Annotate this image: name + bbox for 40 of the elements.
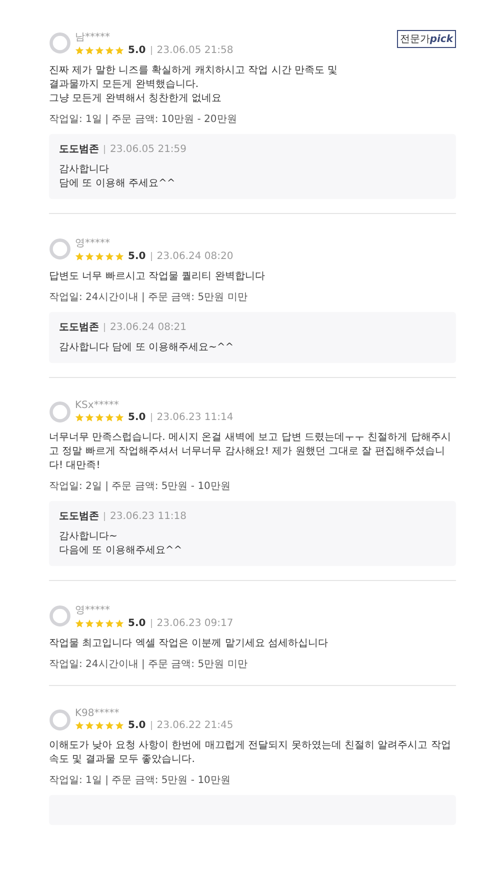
reply-date: 23.06.24 08:21 [104,322,187,332]
review-text: 진짜 제가 말한 니즈를 확실하게 캐치하시고 작업 시간 만족도 및 결과물까지 모든게 완벽했습니다. 그냥 모든게 완벽해서 칭찬한게 없네요 [49,64,339,106]
reply-author: 도도범존 [59,143,99,156]
user-name: K98***** [75,708,120,719]
avatar-icon [49,708,71,730]
user-name: KSx***** [75,400,120,411]
review-text: 작업물 최고입니다 엑셀 작업은 이분께 맡기세요 섬세하십니다 [49,637,330,651]
review-date: 23.06.23 09:17 [150,619,234,628]
order-info: 작업일: 24시간이내 | 주문 금액: 5만원 미만 [49,291,248,304]
reply-text: 감사합니다~ 다음에 또 이용해주세요^^ [59,530,184,558]
reply-author: 도도범존 [59,510,99,523]
reply-date: 23.06.05 21:59 [104,144,187,154]
order-info: 작업일: 1일 | 주문 금액: 10만원 - 20만원 [49,113,238,126]
rating-score: 5.0 [128,251,146,262]
user-name: 영***** [75,237,111,250]
expert-pick-badge: 전문가pick [396,30,456,48]
order-info: 작업일: 1일 | 주문 금액: 5만원 - 10만원 [49,774,232,787]
review-date: 23.06.05 21:58 [150,46,234,55]
avatar-icon [49,605,71,627]
order-info: 작업일: 24시간이내 | 주문 금액: 5만원 미만 [49,658,248,671]
order-info: 작업일: 2일 | 주문 금액: 5만원 - 10만원 [49,480,232,493]
rating-score: 5.0 [128,45,146,56]
reply-date: 23.06.23 11:18 [104,512,187,520]
reply-text: 감사합니다 담에 또 이용해주세요~^^ [59,341,235,355]
review-text: 너무너무 만족스럽습니다. 메시지 온걸 새벽에 보고 답변 드렸는데ㅜㅜ 친절하게 답해주시고 정말 빠르게 작업해주셔서 너무너무 감사해요! 제가 원했던 그대로 잘 편집해주셨습니다! 대만족! [49,431,452,473]
review-date: 23.06.22 21:45 [150,721,234,730]
rating-score: 5.0 [128,720,146,731]
rating-score: 5.0 [128,412,146,423]
user-name: 남***** [75,31,111,44]
avatar-icon [49,238,71,260]
avatar-icon [49,400,71,422]
rating-score: 5.0 [128,618,146,629]
user-name: 영***** [75,604,111,617]
reply-author: 도도범존 [59,321,99,334]
avatar-icon [49,32,71,54]
review-date: 23.06.24 08:20 [150,252,234,261]
reply-text: 감사합니다 담에 또 이용해 주세요^^ [59,163,176,191]
review-text: 이해도가 낮아 요청 사항이 한번에 매끄럽게 전달되지 못하였는데 친절히 알려주시고 작업속도 및 결과물 모두 좋았습니다. [49,739,452,767]
review-date: 23.06.23 11:14 [150,413,234,422]
review-text: 답변도 너무 빠르시고 작업물 퀄리티 완벽합니다 [49,270,266,284]
